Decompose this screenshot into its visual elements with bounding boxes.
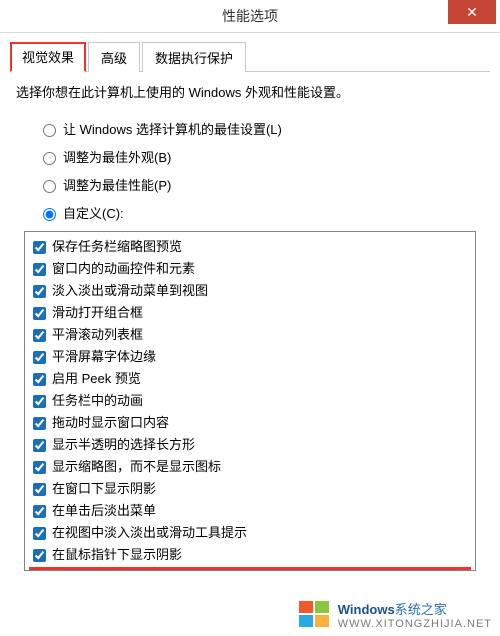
radio-label-1: 调整为最佳外观(B) — [63, 147, 171, 166]
description-text: 选择你想在此计算机上使用的 Windows 外观和性能设置。 — [16, 82, 484, 101]
radio-row-1[interactable]: 调整为最佳外观(B) — [38, 147, 490, 166]
checkbox-row-14[interactable]: 在鼠标指针下显示阴影 — [27, 544, 473, 566]
checkbox-input-11[interactable] — [33, 483, 46, 496]
content-area: 视觉效果高级数据执行保护 选择你想在此计算机上使用的 Windows 外观和性能… — [0, 33, 500, 571]
checkbox-row-3[interactable]: 滑动打开组合框 — [27, 302, 473, 324]
checkbox-label-10: 显示缩略图，而不是显示图标 — [52, 457, 221, 477]
radio-input-1[interactable] — [43, 152, 56, 165]
watermark-text: Windows系统之家 WWW.XITONGZHIJIA.NET — [338, 599, 492, 630]
checkbox-label-9: 显示半透明的选择长方形 — [52, 435, 195, 455]
radio-input-0[interactable] — [43, 124, 56, 137]
checkbox-label-11: 在窗口下显示阴影 — [52, 479, 156, 499]
tab-1[interactable]: 高级 — [88, 42, 140, 72]
tab-strip: 视觉效果高级数据执行保护 — [10, 41, 490, 72]
tab-2[interactable]: 数据执行保护 — [142, 42, 246, 72]
radio-group: 让 Windows 选择计算机的最佳设置(L) 调整为最佳外观(B) 调整为最佳性能… — [38, 119, 490, 222]
checkbox-row-6[interactable]: 启用 Peek 预览 — [27, 368, 473, 390]
checkbox-input-1[interactable] — [33, 263, 46, 276]
close-button[interactable]: ✕ — [448, 0, 496, 24]
checkbox-row-5[interactable]: 平滑屏幕字体边缘 — [27, 346, 473, 368]
checkbox-label-1: 窗口内的动画控件和元素 — [52, 259, 195, 279]
checkbox-input-13[interactable] — [33, 527, 46, 540]
checkbox-input-9[interactable] — [33, 439, 46, 452]
titlebar: 性能选项 ✕ — [0, 0, 500, 33]
checkbox-label-14: 在鼠标指针下显示阴影 — [52, 545, 182, 565]
checkbox-row-9[interactable]: 显示半透明的选择长方形 — [27, 434, 473, 456]
windows-logo-icon — [298, 600, 332, 630]
checkbox-input-0[interactable] — [33, 241, 46, 254]
checkbox-label-5: 平滑屏幕字体边缘 — [52, 347, 156, 367]
checkbox-row-10[interactable]: 显示缩略图，而不是显示图标 — [27, 456, 473, 478]
checkbox-input-4[interactable] — [33, 329, 46, 342]
checkbox-label-7: 任务栏中的动画 — [52, 391, 143, 411]
checkbox-input-3[interactable] — [33, 307, 46, 320]
checkbox-label-13: 在视图中淡入淡出或滑动工具提示 — [52, 523, 247, 543]
radio-row-3[interactable]: 自定义(C): — [38, 203, 490, 222]
checkbox-input-12[interactable] — [33, 505, 46, 518]
radio-label-0: 让 Windows 选择计算机的最佳设置(L) — [63, 119, 282, 138]
checkbox-row-1[interactable]: 窗口内的动画控件和元素 — [27, 258, 473, 280]
checkbox-input-2[interactable] — [33, 285, 46, 298]
radio-label-3: 自定义(C): — [63, 203, 124, 222]
checkbox-row-13[interactable]: 在视图中淡入淡出或滑动工具提示 — [27, 522, 473, 544]
radio-input-2[interactable] — [43, 180, 56, 193]
checkbox-row-8[interactable]: 拖动时显示窗口内容 — [27, 412, 473, 434]
checkbox-row-2[interactable]: 淡入淡出或滑动菜单到视图 — [27, 280, 473, 302]
radio-input-3[interactable] — [43, 208, 56, 221]
checkbox-input-8[interactable] — [33, 417, 46, 430]
window-title: 性能选项 — [0, 6, 500, 26]
checkbox-row-0[interactable]: 保存任务栏缩略图预览 — [27, 236, 473, 258]
tab-0[interactable]: 视觉效果 — [10, 42, 86, 72]
checkbox-input-7[interactable] — [33, 395, 46, 408]
watermark: Windows系统之家 WWW.XITONGZHIJIA.NET — [294, 597, 496, 632]
checkbox-row-12[interactable]: 在单击后淡出菜单 — [27, 500, 473, 522]
radio-row-0[interactable]: 让 Windows 选择计算机的最佳设置(L) — [38, 119, 490, 138]
checkbox-input-5[interactable] — [33, 351, 46, 364]
checkbox-label-6: 启用 Peek 预览 — [52, 369, 141, 389]
checkbox-row-7[interactable]: 任务栏中的动画 — [27, 390, 473, 412]
checkbox-panel[interactable]: 保存任务栏缩略图预览窗口内的动画控件和元素淡入淡出或滑动菜单到视图滑动打开组合框… — [24, 231, 476, 571]
radio-label-2: 调整为最佳性能(P) — [63, 175, 171, 194]
checkbox-input-6[interactable] — [33, 373, 46, 386]
checkbox-label-0: 保存任务栏缩略图预览 — [52, 237, 182, 257]
performance-options-window: 性能选项 ✕ 视觉效果高级数据执行保护 选择你想在此计算机上使用的 Window… — [0, 0, 500, 636]
checkbox-label-4: 平滑滚动列表框 — [52, 325, 143, 345]
checkbox-row-15[interactable]: 在桌面上为图标标签使用阴影 — [29, 567, 471, 571]
checkbox-label-2: 淡入淡出或滑动菜单到视图 — [52, 281, 208, 301]
radio-row-2[interactable]: 调整为最佳性能(P) — [38, 175, 490, 194]
checkbox-label-12: 在单击后淡出菜单 — [52, 501, 156, 521]
checkbox-row-4[interactable]: 平滑滚动列表框 — [27, 324, 473, 346]
checkbox-input-10[interactable] — [33, 461, 46, 474]
checkbox-label-3: 滑动打开组合框 — [52, 303, 143, 323]
checkbox-row-11[interactable]: 在窗口下显示阴影 — [27, 478, 473, 500]
close-icon: ✕ — [466, 4, 478, 21]
checkbox-label-8: 拖动时显示窗口内容 — [52, 413, 169, 433]
checkbox-input-14[interactable] — [33, 549, 46, 562]
